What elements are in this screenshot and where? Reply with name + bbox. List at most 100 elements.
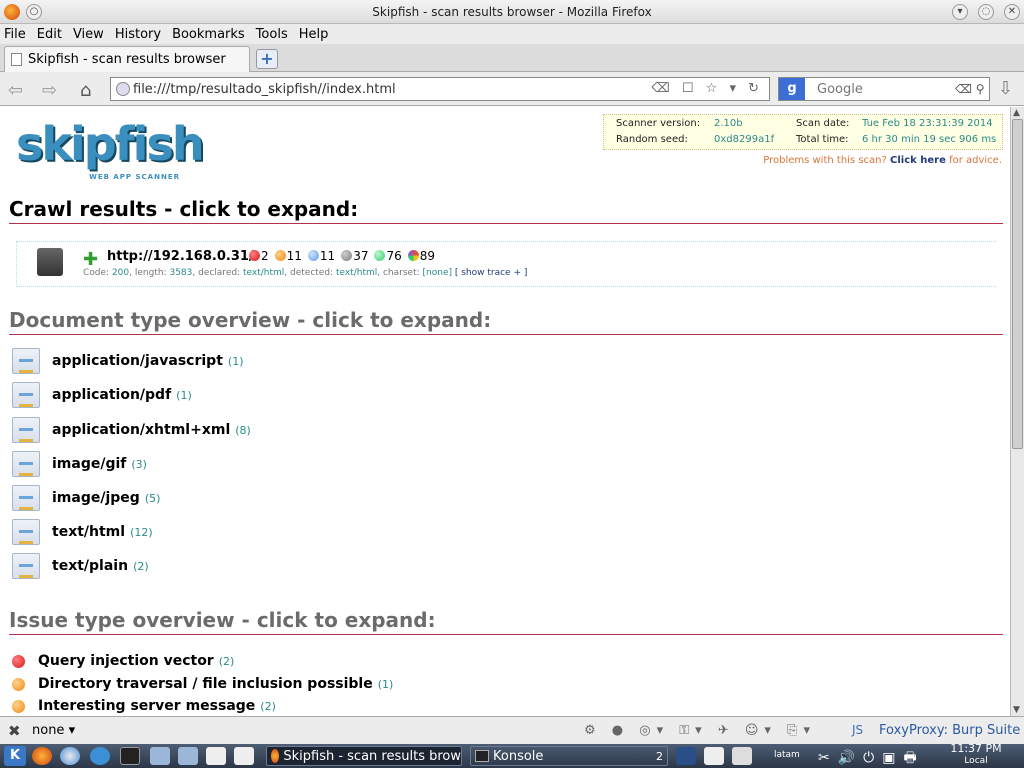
clock[interactable]: 11:37 PM Local (948, 743, 1004, 767)
issue-item[interactable]: Query injection vector (2) (12, 651, 234, 671)
doctype-item[interactable]: text/html (12) (12, 518, 153, 546)
taskbar: K Skipfish - scan results brow Konsole 2… (0, 743, 1024, 771)
doctype-item[interactable]: application/xhtml+xml (8) (12, 416, 251, 444)
issue-item[interactable]: Directory traversal / file inclusion pos… (12, 674, 393, 694)
expand-plus-icon[interactable]: ✚ (83, 249, 98, 270)
back-icon[interactable]: ⇦ (8, 80, 23, 101)
scroll-thumb[interactable] (1012, 119, 1023, 449)
badge-high: 2 (249, 249, 269, 263)
scroll-up-icon[interactable]: ▲ (1013, 108, 1020, 118)
doctype-item[interactable]: image/jpeg (5) (12, 484, 160, 512)
menu-bookmarks[interactable]: Bookmarks (172, 27, 245, 42)
menu-tools[interactable]: Tools (256, 27, 288, 42)
doctype-icon (12, 519, 40, 545)
page-content: skipfish WEB APP SCANNER Scanner version… (0, 107, 1010, 716)
total-time-label: Total time: (796, 134, 849, 145)
task-konsole[interactable]: Konsole 2 (470, 746, 668, 766)
kde-menu-icon[interactable]: K (4, 746, 26, 766)
system-tray-icons[interactable]: ✂🔊⏻▣🖶 (818, 747, 925, 771)
url-tools-icons[interactable]: ⌫ ☐ ☆ ▾ ↻ (651, 81, 763, 96)
crawl-meta: Code: 200, length: 3583, declared: text/… (83, 268, 528, 278)
menu-help[interactable]: Help (299, 27, 329, 42)
page-icon (11, 53, 22, 66)
severity-high-icon (12, 654, 25, 668)
doctype-icon (12, 553, 40, 579)
firefox-task-icon (271, 749, 280, 763)
search-input[interactable] (817, 81, 947, 97)
close-addonbar-icon[interactable]: ✖ (8, 722, 21, 740)
desktop1-icon[interactable] (676, 747, 696, 765)
doctype-item[interactable]: text/plain (2) (12, 552, 149, 580)
window-title: Skipfish - scan results browser - Mozill… (372, 4, 652, 19)
doctype-item[interactable]: image/gif (3) (12, 450, 147, 478)
menu-file[interactable]: File (4, 27, 26, 42)
firefox-launcher-icon[interactable] (32, 747, 52, 765)
doctype-heading[interactable]: Document type overview - click to expand… (9, 308, 1003, 335)
doctype-icon (12, 451, 40, 477)
severity-medium-icon (12, 677, 25, 691)
advice-link[interactable]: Click here (890, 155, 946, 166)
search-icon[interactable]: ⌫ ⚲ (955, 82, 985, 96)
server-icon (37, 248, 63, 276)
status-bar: ✖ none ▾ ⚙ ● ◎▾ ⚿▾ ✈ ☺▾ ⎘▾ JS FoxyProxy:… (0, 716, 1024, 744)
doctype-icon (12, 417, 40, 443)
minimize-button[interactable]: ▾ (952, 4, 968, 20)
doctype-icon (12, 485, 40, 511)
scanner-version: 2.10b (714, 118, 743, 129)
clipboard-icon[interactable] (704, 747, 724, 765)
maximize-button[interactable]: ◌ (978, 4, 994, 20)
addon-icons[interactable]: ⚙ ● ◎▾ ⚿▾ ✈ ☺▾ ⎘▾ (584, 723, 816, 738)
badge-warning: 37 (341, 249, 368, 263)
url-text: file:///tmp/resultado_skipfish//index.ht… (133, 81, 396, 97)
scroll-down-icon[interactable]: ▼ (1013, 705, 1020, 715)
issue-item[interactable]: Interesting server message (2) (12, 696, 276, 716)
task-firefox[interactable]: Skipfish - scan results brow (266, 746, 462, 766)
settings-launcher-icon[interactable] (90, 747, 110, 765)
badge-low: 11 (307, 249, 335, 263)
scan-date: Tue Feb 18 23:31:39 2014 (862, 118, 993, 129)
tab-bar: Skipfish - scan results browser + (0, 44, 1024, 72)
show-trace-link[interactable]: [ show trace + ] (455, 268, 528, 278)
konsole-task-icon (475, 750, 489, 762)
status-dropdown[interactable]: none ▾ (32, 723, 75, 738)
browser-launcher-icon[interactable] (60, 747, 80, 765)
terminal-launcher-icon[interactable] (120, 747, 140, 765)
severity-medium-icon (12, 699, 25, 713)
nav-bar: ⇦ ⇨ ⌂ file:///tmp/resultado_skipfish//in… (0, 72, 1024, 106)
scan-info-box: Scanner version: 2.10b Random seed: 0xd8… (603, 114, 1003, 150)
editor2-launcher-icon[interactable] (234, 747, 254, 765)
menu-edit[interactable]: Edit (37, 27, 62, 42)
google-icon[interactable]: g (779, 78, 805, 100)
issue-heading[interactable]: Issue type overview - click to expand: (9, 608, 1003, 635)
doctype-item[interactable]: application/javascript (1) (12, 347, 244, 375)
crawl-heading[interactable]: Crawl results - click to expand: (9, 197, 1003, 224)
menu-view[interactable]: View (73, 27, 104, 42)
database2-launcher-icon[interactable] (178, 747, 198, 765)
tab-skipfish[interactable]: Skipfish - scan results browser (4, 46, 250, 72)
page-scrollbar[interactable]: ▲ ▼ (1010, 107, 1024, 716)
crawl-url[interactable]: http://192.168.0.31/ (107, 249, 254, 264)
close-button[interactable]: ✕ (1004, 4, 1020, 20)
url-bar[interactable]: file:///tmp/resultado_skipfish//index.ht… (110, 77, 770, 101)
scan-date-label: Scan date: (796, 118, 850, 129)
doctype-item[interactable]: application/pdf (1) (12, 381, 192, 409)
menu-history[interactable]: History (115, 27, 161, 42)
doctype-icon (12, 382, 40, 408)
window-icon[interactable] (732, 747, 752, 765)
new-tab-button[interactable]: + (256, 49, 278, 69)
menu-bar: File Edit View History Bookmarks Tools H… (0, 24, 1024, 44)
badge-medium: 11 (274, 249, 302, 263)
keyboard-layout[interactable]: latam (774, 750, 800, 760)
advice-line: Problems with this scan? Click here for … (763, 155, 1002, 166)
download-icon[interactable]: ⇩ (998, 78, 1013, 99)
home-icon[interactable]: ⌂ (80, 80, 91, 101)
forward-icon[interactable]: ⇨ (42, 80, 57, 101)
database-launcher-icon[interactable] (150, 747, 170, 765)
foxyproxy-status[interactable]: FoxyProxy: Burp Suite (879, 723, 1020, 738)
editor-launcher-icon[interactable] (206, 747, 226, 765)
crawl-result-row: ✚ http://192.168.0.31/ 2 11 11 37 76 89 … (16, 241, 996, 287)
search-bar[interactable]: g ⌫ ⚲ (778, 77, 990, 101)
badge-nodes: 89 (407, 249, 435, 263)
js-indicator[interactable]: JS (852, 723, 863, 737)
issue-badges: 2 11 11 37 76 89 (249, 249, 435, 263)
